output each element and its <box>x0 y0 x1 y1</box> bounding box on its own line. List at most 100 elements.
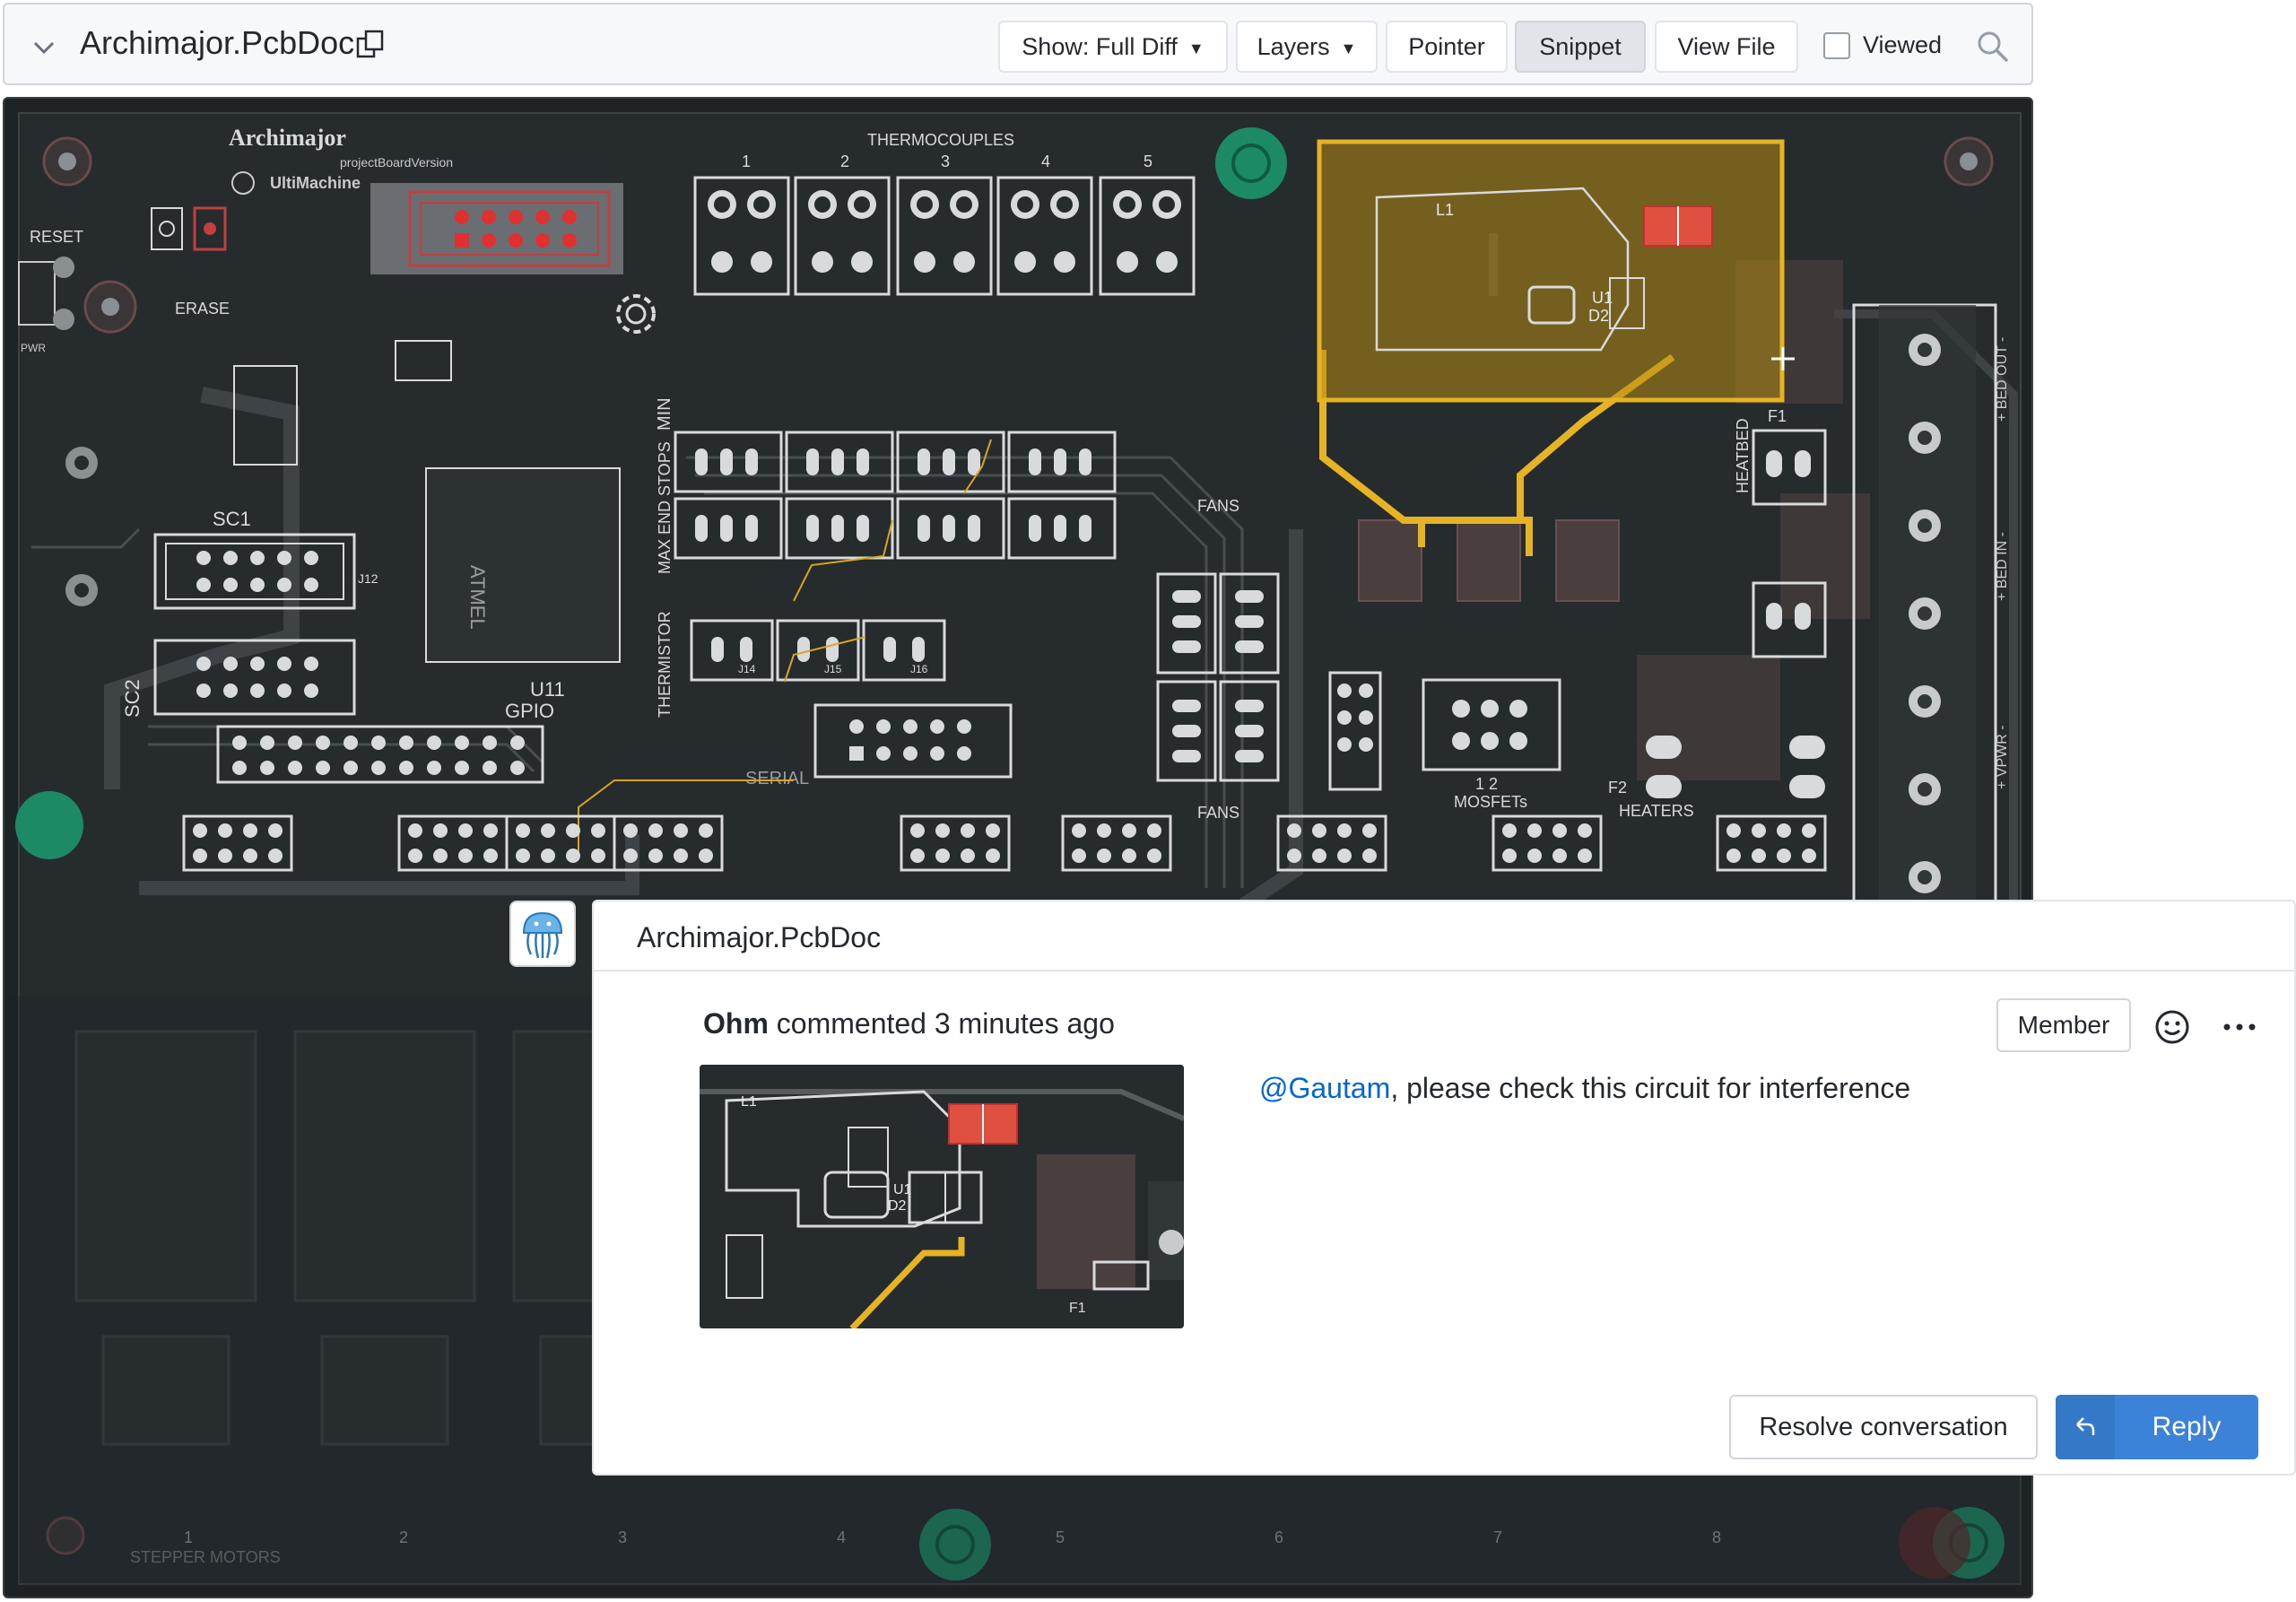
reply-button[interactable]: Reply <box>2056 1395 2258 1459</box>
show-full-diff-dropdown[interactable]: Show: Full Diff ▼ <box>998 21 1228 73</box>
pointer-button[interactable]: Pointer <box>1386 21 1508 73</box>
checkbox[interactable] <box>1823 31 1850 59</box>
resolve-conversation-button[interactable]: Resolve conversation <box>1729 1395 2038 1459</box>
terminal-pad-hole <box>1918 870 1932 884</box>
header-pin <box>591 849 605 863</box>
header-pin <box>1362 849 1377 863</box>
header-pin <box>1097 823 1111 838</box>
gpio-pin <box>510 736 525 750</box>
header-pin <box>986 849 1000 863</box>
comment-body: @Gautam, please check this circuit for i… <box>1259 1072 1910 1105</box>
gpio-pin <box>399 761 413 775</box>
pcb-label-tc1: 1 <box>742 152 751 170</box>
comment-panel-header: Archimajor.PcbDoc <box>594 901 2294 971</box>
header-pin <box>483 823 498 838</box>
gpio-pin <box>316 761 330 775</box>
terminal-pad-hole <box>1918 518 1932 533</box>
chevron-down-icon[interactable] <box>26 30 62 65</box>
header-pin <box>218 849 232 863</box>
header-pin <box>1578 823 1592 838</box>
pcb-label-d2: D2 <box>1588 307 1609 325</box>
endstop-pin <box>745 515 758 542</box>
snippet-label-l1: L1 <box>741 1094 757 1110</box>
endstop-pin <box>1029 448 1041 475</box>
pcb-label-tc2: 2 <box>840 152 849 170</box>
search-icon[interactable] <box>1974 28 2012 65</box>
comment-time[interactable]: 3 minutes ago <box>935 1007 1115 1040</box>
header-pin <box>910 849 925 863</box>
header-pin <box>566 823 580 838</box>
pcb-label-f2: F2 <box>1608 779 1627 797</box>
layers-dropdown[interactable]: Layers ▼ <box>1236 21 1378 73</box>
endstop-pin <box>1079 515 1091 542</box>
pcb-label-max-end-stops: MAX END STOPS <box>656 441 674 574</box>
header-pin <box>591 823 605 838</box>
gpio-pin <box>399 736 413 750</box>
header-pin <box>541 823 555 838</box>
header-pin <box>1802 823 1816 838</box>
file-name: Archimajor.PcbDoc <box>80 24 355 61</box>
header-pin <box>699 823 713 838</box>
header-pin <box>1777 823 1791 838</box>
header-pin <box>1337 849 1352 863</box>
view-file-button[interactable]: View File <box>1655 21 1798 73</box>
endstop-pin <box>857 448 869 475</box>
endstop-pin <box>806 448 819 475</box>
header-pin <box>408 849 422 863</box>
header-pin <box>986 823 1000 838</box>
gpio-pin <box>288 736 302 750</box>
file-header: Archimajor.PcbDoc Show: Full Diff ▼ Laye… <box>3 3 2033 85</box>
emoji-icon[interactable] <box>2152 1007 2192 1047</box>
viewed-label: Viewed <box>1863 31 1943 58</box>
endstop-pin <box>695 515 708 542</box>
comment-action: commented <box>776 1007 926 1040</box>
header-pin <box>566 849 580 863</box>
gpio-pin <box>316 736 330 750</box>
pcb-label-sc2: SC2 <box>121 679 144 718</box>
header-pin <box>910 823 925 838</box>
more-icon[interactable] <box>2219 1007 2260 1047</box>
endstop-pin <box>1029 515 1041 542</box>
header-pin <box>458 823 473 838</box>
pcb-label-mosfets-num: 1 2 <box>1475 775 1498 793</box>
endstop-pin <box>968 515 980 542</box>
header-pin <box>1552 823 1567 838</box>
gpio-pin <box>232 736 247 750</box>
pcb-label-l1: L1 <box>1436 201 1454 219</box>
header-pin <box>268 849 283 863</box>
terminal-pad-hole <box>1918 343 1932 357</box>
pcb-label-tc4: 4 <box>1041 152 1050 170</box>
header-pin <box>1726 849 1741 863</box>
gpio-pin <box>371 736 386 750</box>
caret-down-icon: ▼ <box>1340 39 1357 57</box>
pcb-brand: UltiMachine <box>270 174 361 192</box>
header-pin <box>935 849 950 863</box>
endstop-pin <box>1054 515 1066 542</box>
avatar[interactable] <box>509 901 576 967</box>
gpio-pin <box>455 736 469 750</box>
copy-icon[interactable] <box>354 28 387 60</box>
mention-link[interactable]: @Gautam <box>1259 1072 1390 1104</box>
pcb-label-bed-in: + BED IN - <box>1995 532 2010 601</box>
pcb-label-u11: U11 <box>530 678 565 701</box>
header-pin <box>1122 849 1136 863</box>
header-pin <box>1362 823 1377 838</box>
terminal-pad-hole <box>1918 431 1932 445</box>
pcb-label-mosfets: MOSFETs <box>1454 793 1527 811</box>
endstop-pin <box>720 448 733 475</box>
snippet-label-d2: D2 <box>888 1198 907 1214</box>
terminal-pad-hole <box>1918 782 1932 797</box>
pcb-label-gpio: GPIO <box>505 700 554 722</box>
comment-text: , please check this circuit for interfer… <box>1390 1072 1911 1104</box>
pcb-snippet-thumbnail[interactable]: L1 U1 D2 F1 <box>700 1065 1184 1328</box>
pcb-label-fans2: FANS <box>1197 804 1239 822</box>
reply-arrow-icon <box>2056 1395 2115 1459</box>
terminal-pad-hole <box>1918 694 1932 709</box>
viewed-checkbox[interactable]: Viewed <box>1823 31 1942 59</box>
comment-author[interactable]: Ohm <box>703 1007 769 1040</box>
header-pin <box>1072 823 1086 838</box>
pcb-label-serial: SERIAL <box>745 769 809 788</box>
header-pin <box>193 849 207 863</box>
pcb-label-thermistor: THERMISTOR <box>656 611 674 718</box>
snippet-button[interactable]: Snippet <box>1515 21 1646 73</box>
